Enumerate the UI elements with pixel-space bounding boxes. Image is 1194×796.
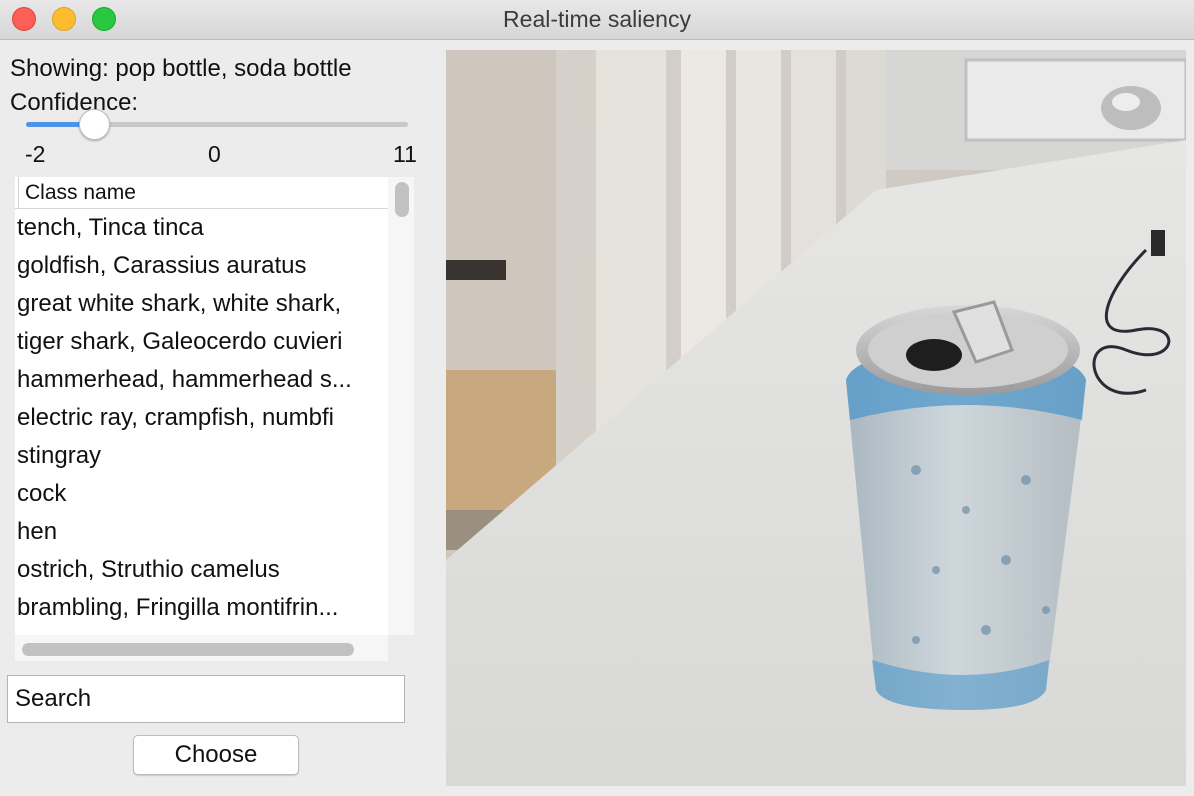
- list-item[interactable]: hen: [15, 513, 388, 551]
- column-header-label: Class name: [18, 177, 388, 209]
- list-item[interactable]: great white shark, white shark,: [15, 285, 388, 323]
- camera-feed-image: [446, 50, 1186, 786]
- list-item[interactable]: ostrich, Struthio camelus: [15, 551, 388, 589]
- list-item[interactable]: goldfish, Carassius auratus: [15, 247, 388, 285]
- class-name-column-header[interactable]: Class name: [15, 177, 388, 209]
- vertical-scroll-thumb[interactable]: [395, 182, 409, 217]
- list-item[interactable]: hammerhead, hammerhead s...: [15, 361, 388, 399]
- horizontal-scroll-thumb[interactable]: [22, 643, 354, 656]
- confidence-label: Confidence:: [10, 89, 139, 116]
- list-vertical-scrollbar[interactable]: [388, 177, 414, 635]
- list-item[interactable]: stingray: [15, 437, 388, 475]
- window-title: Real-time saliency: [503, 6, 691, 32]
- search-input[interactable]: [7, 675, 405, 723]
- list-item[interactable]: brambling, Fringilla montifrin...: [15, 589, 388, 627]
- list-item[interactable]: tench, Tinca tinca: [15, 209, 388, 247]
- slider-min-tick: -2: [25, 141, 46, 167]
- showing-label: Showing: pop bottle, soda bottle: [10, 55, 352, 82]
- slider-max-tick: 11: [393, 141, 417, 167]
- list-horizontal-scrollbar[interactable]: [15, 635, 388, 661]
- list-item[interactable]: cock: [15, 475, 388, 513]
- camera-feed-picture: [446, 50, 1186, 786]
- list-item[interactable]: tiger shark, Galeocerdo cuvieri: [15, 323, 388, 361]
- slider-mid-tick: 0: [208, 141, 221, 167]
- app-window: Real-time saliency Showing: pop bottle, …: [0, 0, 1194, 796]
- title-bar: Real-time saliency: [0, 0, 1194, 40]
- choose-button[interactable]: Choose: [133, 735, 299, 775]
- confidence-slider-thumb[interactable]: [79, 109, 110, 140]
- class-list[interactable]: Class name tench, Tinca tinca goldfish, …: [15, 177, 388, 635]
- list-item[interactable]: electric ray, crampfish, numbfi: [15, 399, 388, 437]
